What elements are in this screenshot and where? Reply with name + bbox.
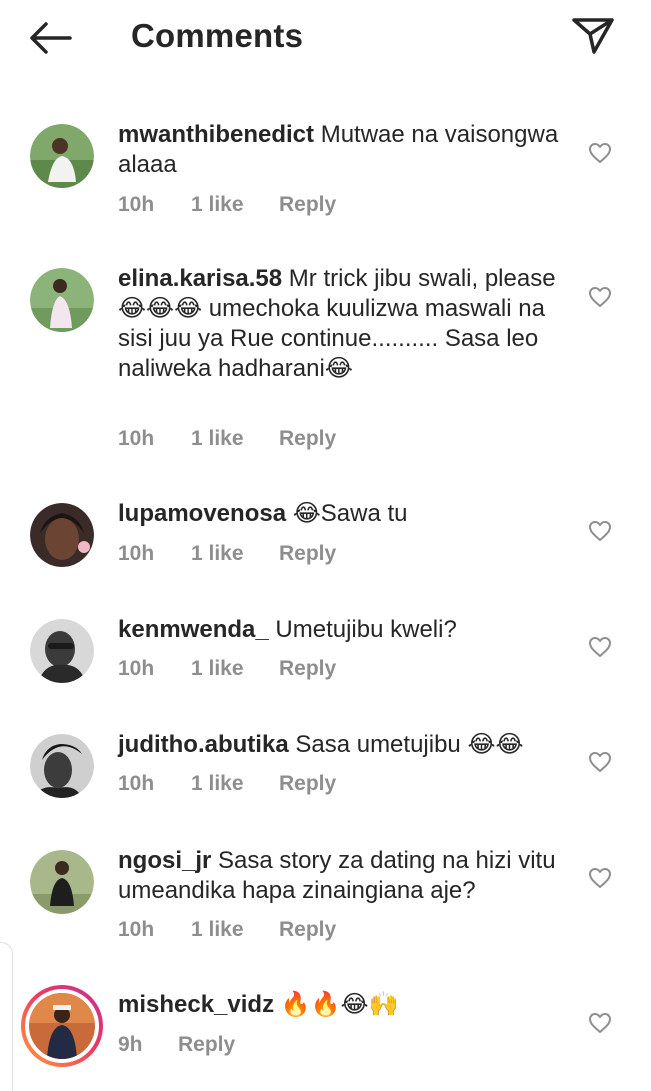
paper-plane-icon: [572, 18, 614, 54]
reply-button[interactable]: Reply: [279, 541, 336, 567]
comment-likes[interactable]: 1 like: [191, 192, 279, 218]
avatar[interactable]: [30, 734, 94, 798]
avatar-photo: [30, 124, 94, 188]
arrow-left-icon: [30, 22, 72, 54]
avatar-photo: [30, 619, 94, 683]
avatar-photo: [30, 850, 94, 914]
heart-icon[interactable]: [588, 520, 612, 542]
comment-likes[interactable]: 1 like: [191, 771, 279, 797]
avatar: [29, 993, 95, 1059]
page-title: Comments: [131, 17, 304, 54]
heart-icon[interactable]: [588, 867, 612, 889]
comment-username[interactable]: ngosi_jr: [118, 847, 211, 874]
heart-icon[interactable]: [588, 286, 612, 308]
comment-time: 10h: [118, 542, 155, 565]
avatar[interactable]: [30, 124, 94, 188]
comment-text: Umetujibu kweli?: [275, 616, 457, 643]
avatar[interactable]: [30, 268, 94, 332]
reply-button[interactable]: Reply: [279, 771, 336, 797]
comment-time: 10h: [118, 657, 155, 680]
header-bar: Comments: [0, 0, 651, 80]
comment-likes[interactable]: 1 like: [191, 656, 279, 682]
comment-username[interactable]: elina.karisa.58: [118, 265, 282, 292]
avatar-photo: [30, 503, 94, 567]
avatar[interactable]: [30, 850, 94, 914]
heart-icon[interactable]: [588, 751, 612, 773]
comment-time: 10h: [118, 918, 155, 941]
heart-icon[interactable]: [588, 1012, 612, 1034]
comment-text: Sasa umetujibu 😂😂: [295, 731, 524, 758]
comment-text: 🔥🔥😂🙌: [280, 991, 399, 1018]
heart-icon[interactable]: [588, 636, 612, 658]
avatar-story-ring[interactable]: [21, 985, 103, 1067]
avatar[interactable]: [30, 619, 94, 683]
comment-highlight-edge: [0, 942, 13, 1091]
avatar-ring-gap: [25, 989, 99, 1063]
avatar[interactable]: [30, 503, 94, 567]
comment-username[interactable]: misheck_vidz: [118, 991, 274, 1018]
back-button[interactable]: [26, 18, 76, 58]
comment-likes[interactable]: 1 like: [191, 917, 279, 943]
comment-username[interactable]: juditho.abutika: [118, 731, 289, 758]
share-button[interactable]: [568, 12, 618, 58]
reply-button[interactable]: Reply: [279, 656, 336, 682]
avatar-photo: [30, 734, 94, 798]
comment-likes[interactable]: 1 like: [191, 541, 279, 567]
comment-time: 10h: [118, 427, 155, 450]
comment-time: 10h: [118, 193, 155, 216]
reply-button[interactable]: Reply: [279, 917, 336, 943]
avatar-photo: [29, 993, 95, 1059]
comment-likes[interactable]: 1 like: [191, 426, 279, 452]
reply-button[interactable]: Reply: [279, 426, 336, 452]
comment-time: 10h: [118, 772, 155, 795]
avatar-photo: [30, 268, 94, 332]
comment-username[interactable]: kenmwenda_: [118, 616, 269, 643]
comment-text: 😂Sawa tu: [292, 500, 408, 527]
heart-icon[interactable]: [588, 142, 612, 164]
comment-username[interactable]: mwanthibenedict: [118, 121, 314, 148]
reply-button[interactable]: Reply: [279, 192, 336, 218]
comment-username[interactable]: lupamovenosa: [118, 500, 286, 527]
comment-time: 9h: [118, 1033, 143, 1056]
reply-button[interactable]: Reply: [178, 1032, 235, 1058]
